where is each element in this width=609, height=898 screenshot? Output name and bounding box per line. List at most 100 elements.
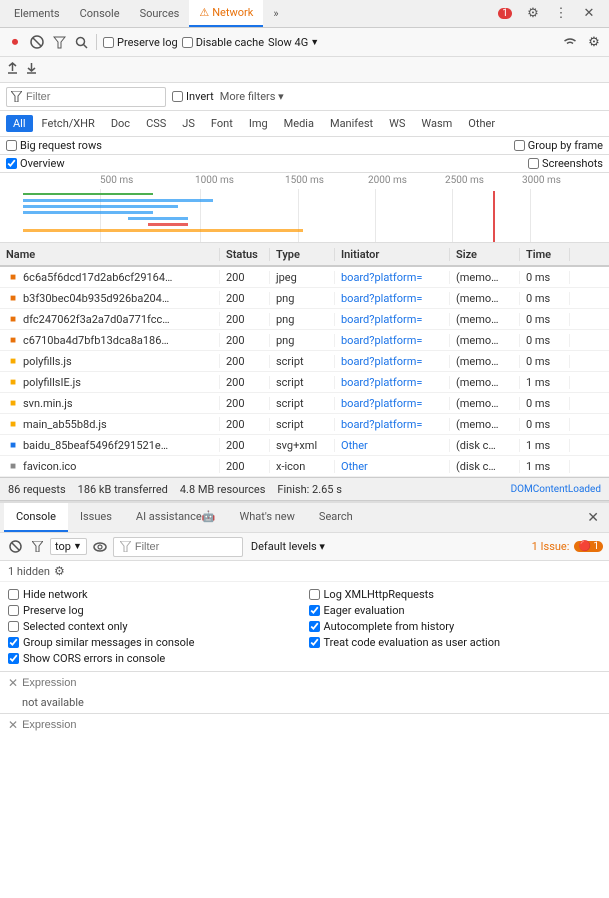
preserve-log-checkbox[interactable]: Preserve log [103,36,178,49]
console-opt-group-similar-messages-in-console[interactable]: Group similar messages in console [8,636,301,649]
group-by-frame-checkbox[interactable]: Group by frame [514,139,603,152]
filter-icon[interactable] [50,33,68,51]
table-row[interactable]: ■ dfc247062f3a2a7d0a771fcc… 200 png boar… [0,309,609,330]
upload-icon[interactable] [6,62,19,78]
td-status: 200 [220,334,270,347]
filter-input[interactable] [26,91,146,103]
table-row[interactable]: ■ main_ab55b8d.js 200 script board?platf… [0,414,609,435]
invert-checkbox[interactable]: Invert [172,90,214,103]
type-pill-manifest[interactable]: Manifest [323,115,380,132]
type-pill-wasm[interactable]: Wasm [414,115,459,132]
table-row[interactable]: ■ svn.min.js 200 script board?platform= … [0,393,609,414]
th-type[interactable]: Type [270,248,335,261]
type-pill-all[interactable]: All [6,115,33,132]
network-toolbar: ⏺ Preserve log Disable cache Slow 4G ▼ ⚙ [0,28,609,57]
console-opt-show-cors-errors-in-console[interactable]: Show CORS errors in console [8,652,301,665]
console-opt-autocomplete-from-history[interactable]: Autocomplete from history [309,620,602,633]
console-tab-ai[interactable]: AI assistance 🤖 [124,503,228,532]
console-opt-eager-evaluation[interactable]: Eager evaluation [309,604,602,617]
console-opt-log-xmlhttprequests[interactable]: Log XMLHttpRequests [309,588,602,601]
context-selector[interactable]: top ▼ [50,538,87,555]
download-icon[interactable] [25,62,38,78]
filter-input-wrap [6,87,166,107]
expression-2-input[interactable] [22,719,601,731]
td-size: (memo… [450,418,520,431]
console-clear-icon[interactable] [6,538,24,556]
clear-icon[interactable] [28,33,46,51]
settings-icon[interactable]: ⚙ [523,4,543,24]
eye-icon[interactable] [91,538,109,556]
table-row[interactable]: ■ b3f30bec04b935d926ba204… 200 png board… [0,288,609,309]
type-pill-other[interactable]: Other [461,115,502,132]
th-status[interactable]: Status [220,248,270,261]
td-size: (disk c… [450,439,520,452]
td-type: x-icon [270,460,335,473]
td-size: (memo… [450,292,520,305]
console-opt-selected-context-only[interactable]: Selected context only [8,620,301,633]
table-row[interactable]: ■ polyfills.js 200 script board?platform… [0,351,609,372]
console-filter-icon[interactable] [28,538,46,556]
expr-2-close-icon[interactable]: ✕ [8,718,18,732]
console-tab-whatsnew[interactable]: What's new [227,503,306,532]
overview-checkbox[interactable]: Overview [6,157,65,170]
type-pill-font[interactable]: Font [204,115,240,132]
table-row[interactable]: ■ c6710ba4d7bfb13dca8a186… 200 png board… [0,330,609,351]
th-time[interactable]: Time [520,248,570,261]
levels-select[interactable]: Default levels ▾ [251,540,325,553]
td-name: ■ svn.min.js [0,396,220,410]
console-close-icon[interactable]: ✕ [581,510,605,526]
table-row[interactable]: ■ 6c6a5f6dcd17d2ab6cf29164… 200 jpeg boa… [0,267,609,288]
close-devtools-icon[interactable]: ✕ [579,4,599,24]
issue-badge[interactable]: 1 Issue: 🔴 1 [532,540,603,553]
type-pill-media[interactable]: Media [277,115,321,132]
td-initiator: board?platform= [335,313,450,326]
tl-label-1000: 1000 ms [195,175,234,186]
more-filters-button[interactable]: More filters ▾ [220,90,284,103]
record-stop-icon[interactable]: ⏺ [6,33,24,51]
th-size[interactable]: Size [450,248,520,261]
table-row[interactable]: ■ baidu_85beaf5496f291521e… 200 svg+xml … [0,435,609,456]
notification-icon[interactable]: 1 [495,4,515,24]
wifi-icon[interactable] [561,33,579,51]
search-icon[interactable] [72,33,90,51]
big-request-rows-checkbox[interactable]: Big request rows [6,139,102,152]
console-filter-input[interactable] [135,541,235,553]
table-body: ■ 6c6a5f6dcd17d2ab6cf29164… 200 jpeg boa… [0,267,609,477]
td-size: (memo… [450,313,520,326]
td-time: 0 ms [520,334,570,347]
th-initiator[interactable]: Initiator [335,248,450,261]
hidden-settings-icon[interactable]: ⚙ [54,564,65,578]
type-pill-js[interactable]: JS [175,115,202,132]
td-type: script [270,376,335,389]
type-pill-doc[interactable]: Doc [104,115,137,132]
type-pill-fetch[interactable]: Fetch/XHR [35,115,102,132]
throttle-select[interactable]: Slow 4G ▼ [268,36,319,49]
screenshots-checkbox[interactable]: Screenshots [528,157,603,170]
more-options-icon[interactable]: ⋮ [551,4,571,24]
hidden-count: 1 hidden [8,565,50,578]
disable-cache-checkbox[interactable]: Disable cache [182,36,264,49]
tab-elements[interactable]: Elements [4,0,70,27]
expression-1-input[interactable] [22,677,601,689]
tab-more[interactable]: » [263,0,288,27]
type-pill-css[interactable]: CSS [139,115,173,132]
console-tab-search[interactable]: Search [307,503,365,532]
tab-console[interactable]: Console [70,0,130,27]
expr-1-close-icon[interactable]: ✕ [8,676,18,690]
tab-sources[interactable]: Sources [130,0,190,27]
console-tab-console[interactable]: Console [4,503,68,532]
tab-network[interactable]: ⚠ Network [189,0,263,27]
console-opt-preserve-log[interactable]: Preserve log [8,604,301,617]
table-row[interactable]: ■ polyfillsIE.js 200 script board?platfo… [0,372,609,393]
type-pill-img[interactable]: Img [242,115,275,132]
th-name[interactable]: Name [0,248,220,261]
console-tab-issues[interactable]: Issues [68,503,124,532]
type-pill-ws[interactable]: WS [382,115,412,132]
td-name: ■ polyfillsIE.js [0,375,220,389]
console-opt-treat-code-evaluation-as-user-action[interactable]: Treat code evaluation as user action [309,636,602,649]
console-opt-hide-network[interactable]: Hide network [8,588,301,601]
table-row[interactable]: ■ favicon.ico 200 x-icon Other (disk c… … [0,456,609,477]
td-status: 200 [220,418,270,431]
td-type: svg+xml [270,439,335,452]
network-settings-icon[interactable]: ⚙ [585,33,603,51]
